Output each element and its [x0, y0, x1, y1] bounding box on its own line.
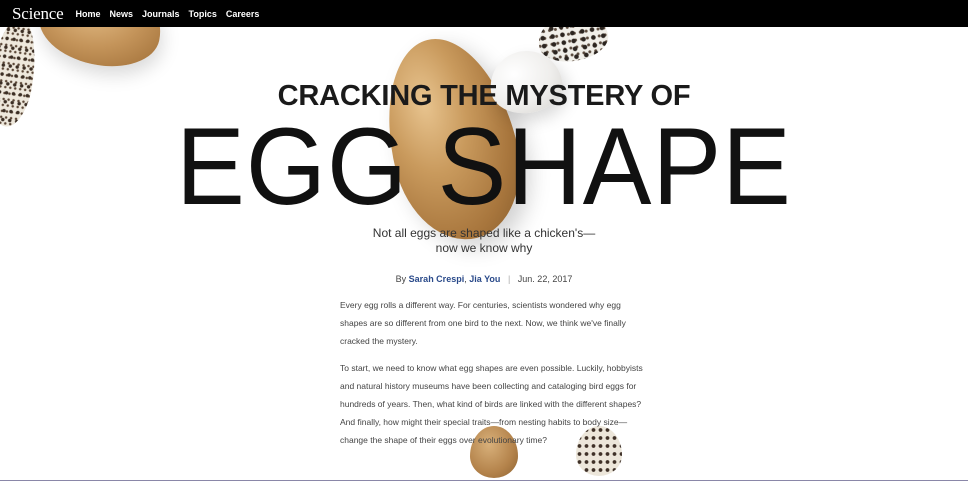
top-navigation-bar: Science Home News Journals Topics Career…: [0, 0, 968, 27]
nav-home[interactable]: Home: [75, 9, 100, 19]
nav-journals[interactable]: Journals: [142, 9, 180, 19]
author-link-crespi[interactable]: Sarah Crespi: [409, 274, 465, 284]
nav-topics[interactable]: Topics: [189, 9, 217, 19]
dek-line: now we know why: [435, 241, 533, 255]
byline: By Sarah Crespi, Jia You | Jun. 22, 2017: [0, 274, 968, 284]
byline-prefix: By: [395, 274, 407, 284]
body-paragraph: Every egg rolls a different way. For cen…: [340, 300, 626, 346]
article-body: Every egg rolls a different way. For cen…: [340, 296, 650, 458]
divider-line: [0, 480, 968, 481]
nav-careers[interactable]: Careers: [226, 9, 260, 19]
author-link-you[interactable]: Jia You: [469, 274, 500, 284]
main-nav: Home News Journals Topics Careers: [75, 9, 259, 19]
author-separator: ,: [464, 274, 467, 284]
publish-date: Jun. 22, 2017: [517, 274, 573, 284]
byline-divider: |: [507, 274, 511, 284]
article-dek: Not all eggs are shaped like a chicken's…: [0, 226, 968, 256]
nav-news[interactable]: News: [109, 9, 133, 19]
page-title: EGG SHAPE: [176, 105, 792, 228]
brown-egg-image: [32, 27, 170, 77]
dek-line: Not all eggs are shaped like a chicken's…: [372, 226, 596, 240]
science-logo[interactable]: Science: [12, 4, 64, 24]
body-paragraph: To start, we need to know what egg shape…: [340, 363, 643, 445]
